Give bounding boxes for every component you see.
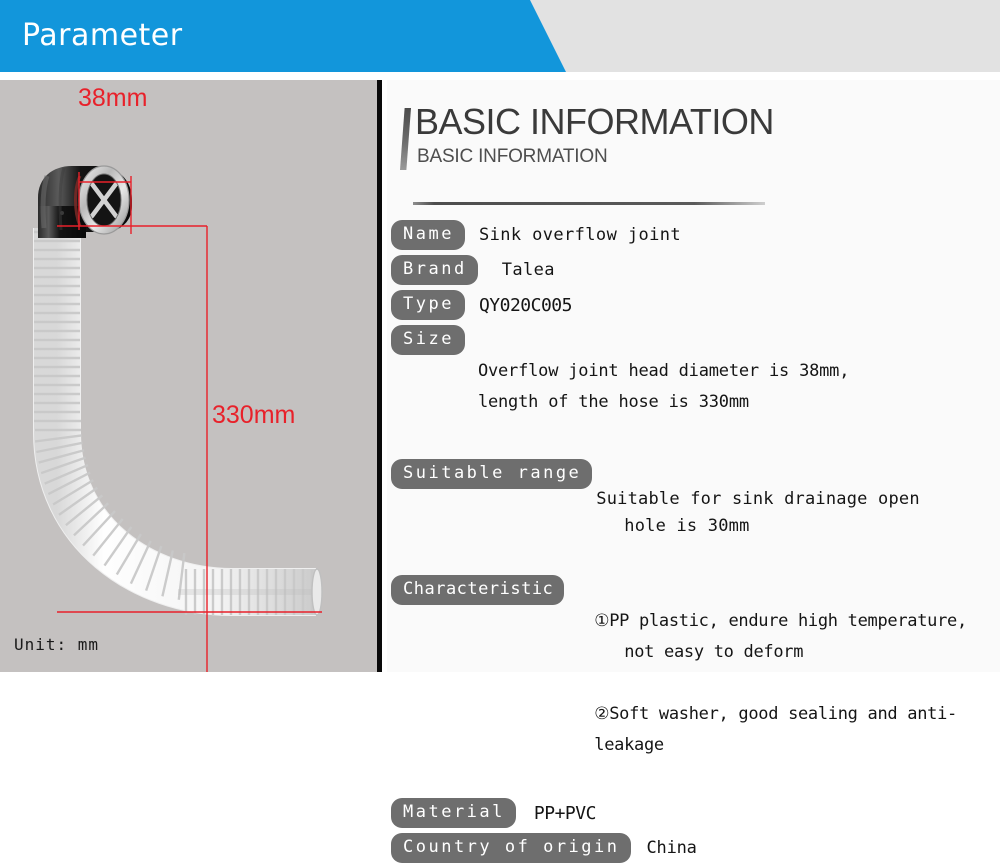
spec-value-type: QY020C005 bbox=[478, 295, 573, 316]
spec-value-size: Overflow joint head diameter is 38mm, le… bbox=[465, 325, 997, 449]
spec-value-country: China bbox=[646, 838, 697, 858]
page-title: Parameter bbox=[22, 18, 183, 53]
spec-row-material: Material PP+PVC bbox=[391, 798, 997, 829]
spec-value-char-line3: ②Soft washer, good sealing and anti-leak… bbox=[594, 704, 957, 755]
spec-label-type: Type bbox=[391, 290, 465, 320]
spec-value-range-line1: Suitable for sink drainage open bbox=[596, 489, 920, 509]
banner-divider bbox=[0, 72, 1000, 80]
spec-row-brand: Brand Talea bbox=[391, 255, 997, 286]
spec-value-name: Sink overflow joint bbox=[478, 225, 682, 245]
spec-row-country: Country of origin China bbox=[391, 833, 997, 864]
spec-row-characteristic: Characteristic ①PP plastic, endure high … bbox=[391, 575, 997, 792]
spec-label-characteristic: Characteristic bbox=[391, 575, 565, 605]
spec-label-suitable-range: Suitable range bbox=[391, 459, 593, 489]
spec-row-suitable-range: Suitable range Suitable for sink drainag… bbox=[391, 459, 997, 567]
spec-value-size-line1: Overflow joint head diameter is 38mm, bbox=[477, 361, 850, 381]
spec-value-char-line1: ①PP plastic, endure high temperature, bbox=[594, 611, 967, 631]
section-title: BASIC INFORMATION bbox=[415, 101, 774, 142]
spec-value-brand: Talea bbox=[501, 260, 555, 280]
spec-row-size: Size Overflow joint head diameter is 38m… bbox=[391, 325, 997, 449]
spec-label-country: Country of origin bbox=[391, 833, 631, 863]
spec-label-name: Name bbox=[391, 220, 465, 250]
basic-information-panel: BASIC INFORMATION BASIC INFORMATION Name… bbox=[387, 80, 1000, 863]
length-dimension-label: 330mm bbox=[212, 401, 295, 429]
spec-row-name: Name Sink overflow joint bbox=[391, 220, 997, 251]
spec-row-type: Type QY020C005 bbox=[391, 290, 997, 321]
accent-bar-icon bbox=[400, 108, 411, 170]
header-divider bbox=[413, 202, 765, 205]
spec-value-material: PP+PVC bbox=[533, 803, 597, 824]
product-photo-panel: 38mm 330mm Unit: mm bbox=[0, 80, 382, 672]
section-subtitle: BASIC INFORMATION bbox=[417, 146, 608, 167]
spec-value-characteristic: ①PP plastic, endure high temperature, no… bbox=[564, 575, 997, 792]
spec-label-brand: Brand bbox=[391, 255, 478, 285]
spec-value-char-line2: not easy to deform bbox=[624, 642, 804, 662]
spec-label-material: Material bbox=[391, 798, 516, 828]
spec-table: Name Sink overflow joint Brand Talea Typ… bbox=[391, 220, 997, 868]
diameter-dimension-label: 38mm bbox=[78, 84, 147, 112]
spec-label-size: Size bbox=[391, 325, 465, 355]
product-photo: 38mm 330mm bbox=[33, 84, 323, 672]
spec-value-size-line2: length of the hose is 330mm bbox=[477, 392, 749, 412]
spec-value-suitable-range: Suitable for sink drainage open hole is … bbox=[592, 459, 997, 567]
unit-label: Unit: mm bbox=[14, 635, 100, 654]
page-banner: Parameter bbox=[0, 0, 1000, 72]
spec-value-range-line2: hole is 30mm bbox=[624, 516, 750, 536]
